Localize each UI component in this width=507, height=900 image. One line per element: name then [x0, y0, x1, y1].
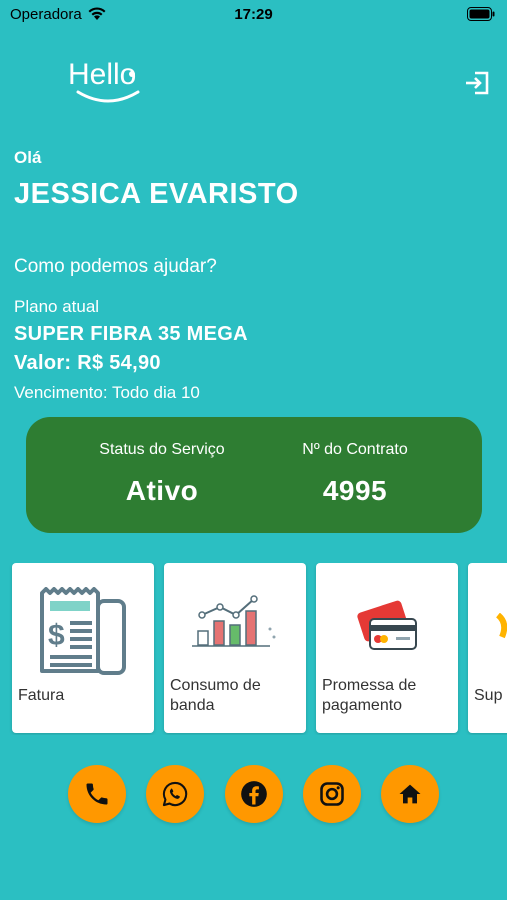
plan-label: Plano atual	[14, 297, 100, 316]
greeting-label: Olá	[14, 148, 42, 167]
logo-text: Hello	[68, 58, 136, 91]
facebook-icon	[241, 781, 267, 807]
clock: 17:29	[234, 6, 273, 23]
menu-card-support[interactable]: Sup	[468, 563, 507, 733]
whatsapp-button[interactable]	[146, 765, 204, 823]
phone-icon	[86, 783, 108, 805]
menu-card-bandwidth-label: Consumo de banda	[170, 677, 261, 714]
service-status-value: Ativo	[125, 475, 199, 506]
logout-button[interactable]	[462, 68, 492, 98]
battery-icon	[467, 7, 495, 21]
plan-price: Valor: R$ 54,90	[14, 352, 161, 374]
facebook-button[interactable]	[225, 765, 283, 823]
plan-due-date: Vencimento: Todo dia 10	[14, 383, 200, 402]
service-status: Status do Serviço Ativo	[62, 441, 262, 507]
contract-number-value: 4995	[322, 475, 388, 506]
phone-button[interactable]	[68, 765, 126, 823]
service-status-card: Status do Serviço Ativo Nº do Contrato 4…	[26, 417, 482, 533]
home-button[interactable]	[381, 765, 439, 823]
menu-card-payment-promise[interactable]: Promessa de pagamento	[316, 563, 458, 733]
svg-text:$: $	[48, 619, 65, 652]
menu-card-payment-promise-label: Promessa de pagamento	[322, 677, 417, 714]
contact-buttons	[0, 765, 507, 825]
plan-name: SUPER FIBRA 35 MEGA	[14, 323, 248, 345]
status-bar: Operadora 17:29	[0, 0, 507, 30]
support-icon	[495, 613, 507, 639]
bandwidth-chart-icon	[192, 595, 276, 647]
brand-logo: Hello	[68, 58, 140, 103]
menu-card-invoice[interactable]: $ Fatura	[12, 563, 154, 733]
instagram-button[interactable]	[303, 765, 361, 823]
menu-cards: $ Fatura Consumo de banda Promessa de pa…	[0, 563, 507, 735]
credit-card-icon	[357, 600, 417, 650]
contract-number: Nº do Contrato 4995	[255, 441, 455, 507]
help-text: Como podemos ajudar?	[14, 256, 217, 277]
service-status-label: Status do Serviço	[99, 441, 225, 458]
instagram-icon	[320, 782, 344, 806]
contract-number-label: Nº do Contrato	[302, 441, 408, 458]
menu-card-support-label: Sup	[474, 687, 503, 704]
user-name: JESSICA EVARISTO	[14, 178, 299, 210]
home-icon	[399, 784, 421, 804]
whatsapp-icon	[162, 781, 188, 807]
menu-card-invoice-label: Fatura	[18, 687, 65, 704]
invoice-icon: $	[40, 587, 126, 675]
menu-card-bandwidth[interactable]: Consumo de banda	[164, 563, 306, 733]
logout-icon	[466, 71, 489, 95]
